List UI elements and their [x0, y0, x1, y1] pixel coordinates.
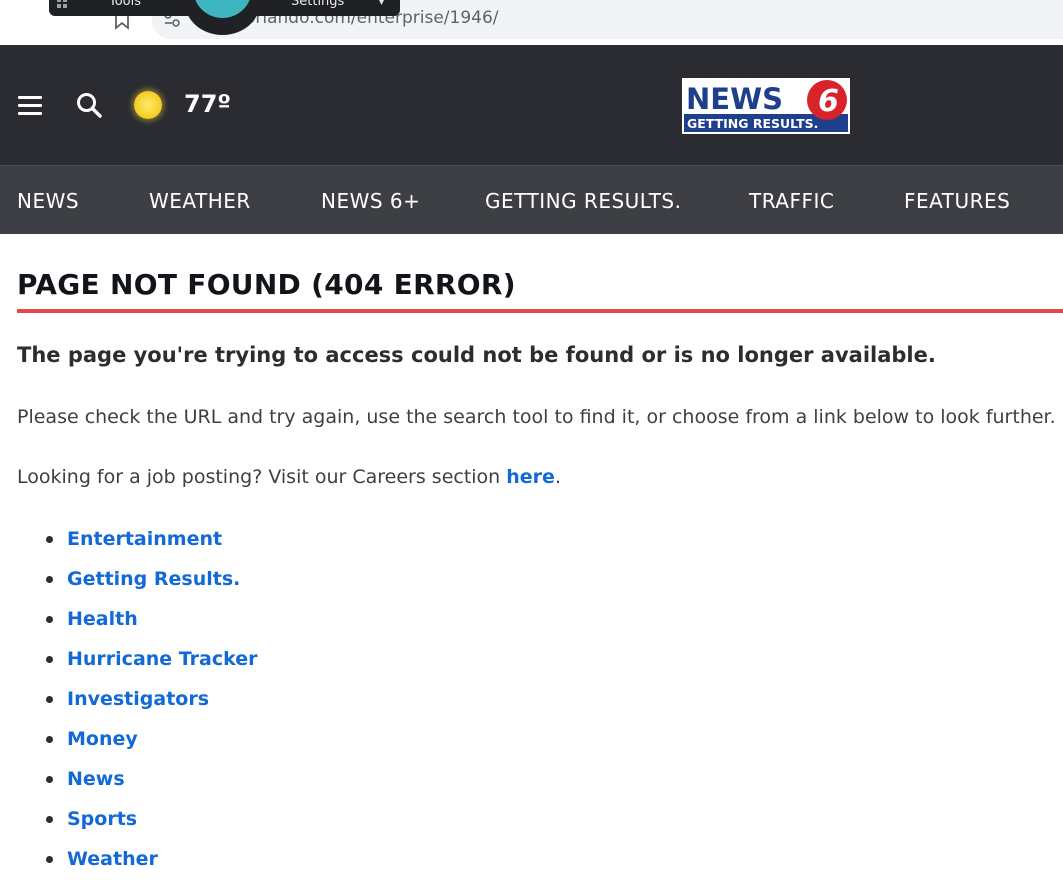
link-investigators[interactable]: Investigators — [67, 688, 209, 710]
link-money[interactable]: Money — [67, 728, 138, 750]
link-entertainment[interactable]: Entertainment — [67, 528, 222, 550]
nav-item-news[interactable]: NEWS — [17, 189, 79, 213]
bullet — [46, 536, 53, 543]
chevron-down-icon[interactable]: ▾ — [379, 0, 384, 8]
careers-here-link[interactable]: here — [506, 466, 555, 488]
hamburger-menu-icon[interactable] — [18, 95, 42, 115]
list-item: News — [17, 760, 258, 800]
list-item: Sports — [17, 800, 258, 840]
list-item: Investigators — [17, 680, 258, 720]
bullet — [46, 856, 53, 863]
settings-button[interactable]: Settings — [291, 0, 344, 9]
list-item: Weather — [17, 840, 258, 880]
bullet — [46, 776, 53, 783]
link-health[interactable]: Health — [67, 608, 138, 630]
nav-item-traffic[interactable]: TRAFFIC — [749, 189, 834, 213]
grid-icon[interactable] — [57, 0, 69, 10]
title-divider — [17, 309, 1063, 313]
logo-number-text: 6 — [818, 84, 839, 119]
nav-item-features[interactable]: FEATURES — [904, 189, 1010, 213]
sun-weather-icon[interactable] — [134, 91, 162, 119]
nav-item-news6-plus[interactable]: NEWS 6+ — [321, 189, 420, 213]
logo-news-text: NEWS — [686, 82, 783, 116]
list-item: Health — [17, 600, 258, 640]
link-hurricane-tracker[interactable]: Hurricane Tracker — [67, 648, 258, 670]
help-paragraph: Please check the URL and try again, use … — [17, 406, 1056, 428]
tools-button[interactable]: Tools — [109, 0, 141, 9]
list-item: Money — [17, 720, 258, 760]
section-links-list: Entertainment Getting Results. Health Hu… — [17, 520, 258, 880]
temperature-readout[interactable]: 77º — [184, 90, 231, 118]
page-title: PAGE NOT FOUND (404 ERROR) — [17, 268, 516, 301]
nav-item-getting-results[interactable]: GETTING RESULTS. — [485, 189, 681, 213]
bullet — [46, 696, 53, 703]
search-icon[interactable] — [76, 92, 102, 118]
list-item: Getting Results. — [17, 560, 258, 600]
careers-paragraph: Looking for a job posting? Visit our Car… — [17, 466, 561, 488]
news6-logo[interactable]: NEWS 6 GETTING RESULTS. — [682, 78, 850, 134]
link-sports[interactable]: Sports — [67, 808, 137, 830]
nav-item-weather[interactable]: WEATHER — [149, 189, 251, 213]
careers-suffix-text: . — [554, 466, 561, 488]
list-item: Hurricane Tracker — [17, 640, 258, 680]
site-header: 77º NEWS 6 GETTING RESULTS. — [0, 45, 1063, 165]
logo-tagline-text: GETTING RESULTS. — [687, 116, 818, 131]
error-subheading: The page you're trying to access could n… — [17, 343, 936, 367]
main-navigation: NEWS WEATHER NEWS 6+ GETTING RESULTS. TR… — [0, 165, 1063, 234]
link-news[interactable]: News — [67, 768, 125, 790]
careers-prefix-text: Looking for a job posting? Visit our Car… — [17, 466, 507, 488]
bullet — [46, 816, 53, 823]
bullet — [46, 736, 53, 743]
bullet — [46, 616, 53, 623]
bullet — [46, 656, 53, 663]
list-item: Entertainment — [17, 520, 258, 560]
link-getting-results[interactable]: Getting Results. — [67, 568, 240, 590]
bullet — [46, 576, 53, 583]
link-weather[interactable]: Weather — [67, 848, 158, 870]
